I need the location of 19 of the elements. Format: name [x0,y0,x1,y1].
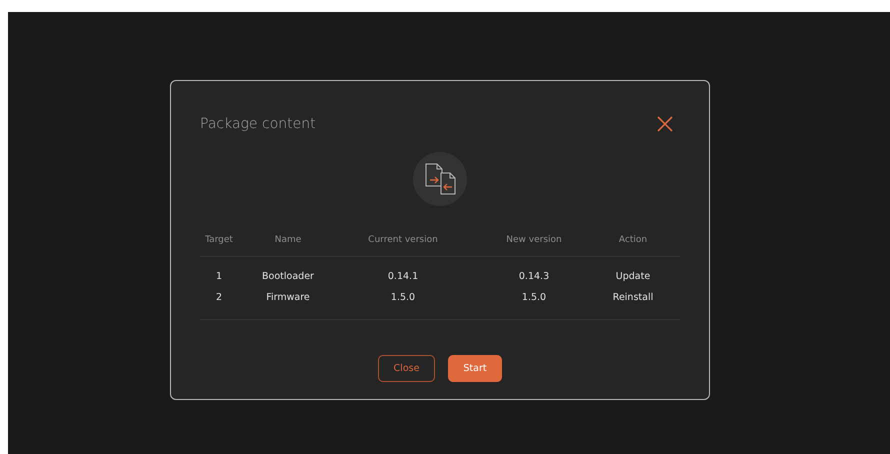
table-cell-text: Reinstall [612,292,654,303]
table-cell-text: 1 [214,271,224,282]
start-button[interactable]: Start [448,355,502,382]
column-header: Target [204,235,234,245]
column-header: Current version [367,235,439,245]
table-cell-text: Update [614,271,652,282]
close-icon[interactable] [656,115,674,133]
table-cell-text: 0.14.3 [518,271,550,282]
table-cell-text: 2 [214,292,224,303]
close-button[interactable]: Close [378,355,435,382]
column-header: New version [505,235,563,245]
table-cell-text: Bootloader [261,271,315,282]
table-cell-text: 1.5.0 [390,292,416,303]
dialog-title: Package content [200,116,316,132]
column-header: Action [618,235,648,245]
column-header: Name [274,235,302,245]
table-cell-text: 0.14.1 [386,271,420,282]
table-cell-text: Firmware [265,292,311,303]
table-cell-text: 1.5.0 [520,292,548,303]
